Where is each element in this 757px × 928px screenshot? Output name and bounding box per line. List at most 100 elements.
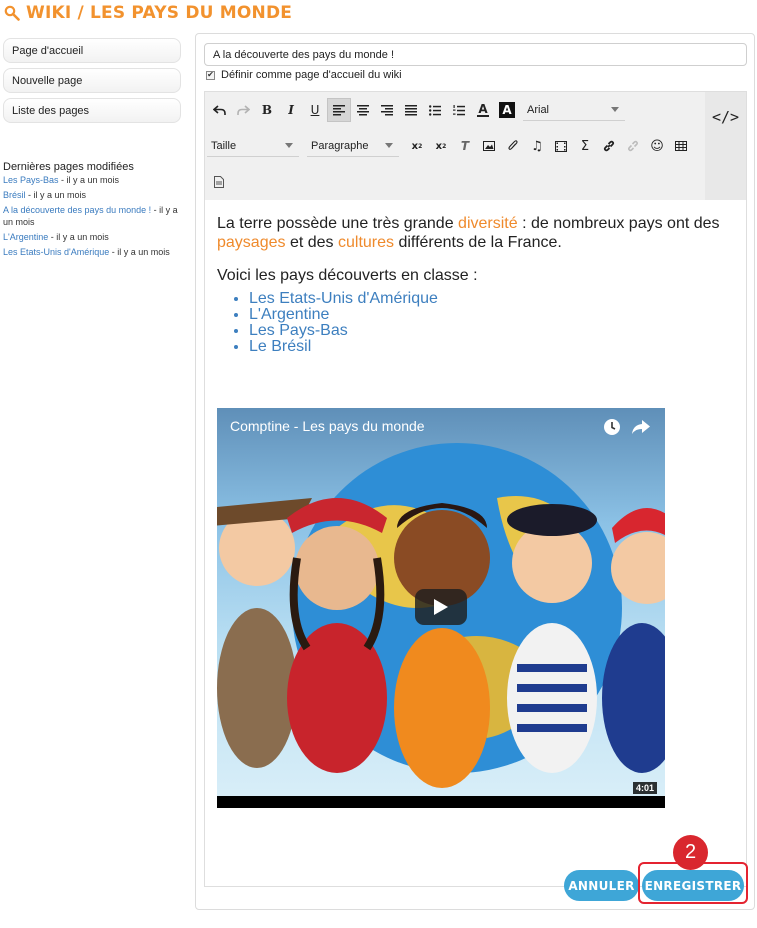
chevron-down-icon <box>385 143 393 148</box>
superscript-icon[interactable]: x2 <box>429 134 453 158</box>
table-icon[interactable] <box>669 134 693 158</box>
save-button[interactable]: ENREGISTRER <box>642 870 744 901</box>
recent-page-link[interactable]: Les Etats-Unis d'Amérique <box>3 247 109 257</box>
video-title: Comptine - Les pays du monde <box>230 418 425 434</box>
play-icon <box>434 599 448 615</box>
recent-page-link[interactable]: Les Pays-Bas <box>3 175 59 185</box>
sidebar: Page d'accueil Nouvelle page Liste des p… <box>3 38 181 261</box>
subscript-icon[interactable]: x2 <box>405 134 429 158</box>
attachment-icon[interactable] <box>501 134 525 158</box>
highlight-word: cultures <box>337 234 395 251</box>
country-link[interactable]: Les Etats-Unis d'Amérique <box>249 290 438 307</box>
toolbar-row <box>207 170 231 194</box>
video-duration: 4:01 <box>632 782 657 794</box>
embedded-video[interactable]: Comptine - Les pays du monde 4:01 <box>217 408 665 808</box>
rich-text-editor: B I U A A Arial Taille Paragraphe x 2 x … <box>204 91 747 887</box>
paragraph-format-select[interactable]: Paragraphe <box>307 135 399 157</box>
undo-icon[interactable] <box>207 98 231 122</box>
country-link[interactable]: Les Pays-Bas <box>249 322 348 339</box>
toolbar-row: Taille Paragraphe x2 x2 T ♫ Σ ☺ <box>207 134 693 158</box>
page-title: WIKI / LES PAYS DU MONDE <box>4 2 292 24</box>
page-list-button[interactable]: Liste des pages <box>3 98 181 123</box>
list-intro: Voici les pays découverts en classe : <box>217 267 478 284</box>
page-title-input[interactable] <box>204 43 747 66</box>
highlight-word: paysages <box>217 234 286 251</box>
align-left-icon[interactable] <box>327 98 351 122</box>
new-page-button[interactable]: Nouvelle page <box>3 68 181 93</box>
homepage-checkbox-label: Définir comme page d'accueil du wiki <box>221 69 402 81</box>
play-button[interactable] <box>415 589 467 625</box>
cancel-button[interactable]: ANNULER <box>564 870 639 901</box>
list-item: Le Brésil <box>249 339 734 355</box>
image-icon[interactable] <box>477 134 501 158</box>
recent-page-link[interactable]: L'Argentine <box>3 232 48 242</box>
recent-pages-title: Dernières pages modifiées <box>3 161 134 173</box>
list-item: L'Argentine <box>249 307 734 323</box>
font-family-value: Arial <box>527 103 550 116</box>
list-item: Les Etats-Unis d'Amérique - il y a un mo… <box>3 246 181 258</box>
audio-icon[interactable]: ♫ <box>525 134 549 158</box>
recent-pages: Dernières pages modifiées Les Pays-Bas -… <box>3 161 181 258</box>
watch-later-icon[interactable] <box>603 418 621 436</box>
text-color-icon[interactable]: A <box>471 98 495 122</box>
homepage-checkbox[interactable]: ✔ <box>206 70 215 80</box>
background-color-icon[interactable]: A <box>495 98 519 122</box>
redo-icon[interactable] <box>231 98 255 122</box>
country-link[interactable]: L'Argentine <box>249 306 329 323</box>
country-list: Les Etats-Unis d'Amérique L'Argentine Le… <box>249 291 734 355</box>
unlink-icon[interactable] <box>621 134 645 158</box>
intro-text: et des <box>285 234 338 251</box>
align-right-icon[interactable] <box>375 98 399 122</box>
align-center-icon[interactable] <box>351 98 375 122</box>
list-item: A la découverte des pays du monde ! - il… <box>3 204 181 228</box>
font-family-select[interactable]: Arial <box>523 99 625 121</box>
intro-paragraph: La terre possède une très grande diversi… <box>217 214 734 252</box>
homepage-checkbox-row[interactable]: ✔ Définir comme page d'accueil du wiki <box>206 69 402 81</box>
recent-page-time: - il y a un mois <box>109 247 170 257</box>
share-icon[interactable] <box>631 418 651 436</box>
editor-panel: ✔ Définir comme page d'accueil du wiki B… <box>195 33 755 910</box>
step-callout-badge: 2 <box>673 835 708 870</box>
video-thumbnail: Comptine - Les pays du monde <box>217 408 665 796</box>
underline-icon[interactable]: U <box>303 98 327 122</box>
video-icon[interactable] <box>549 134 573 158</box>
list-item: Les Pays-Bas - il y a un mois <box>3 174 181 186</box>
recent-page-time: - il y a un mois <box>58 175 120 185</box>
font-size-select[interactable]: Taille <box>207 135 299 157</box>
recent-page-link[interactable]: Brésil <box>3 190 26 200</box>
page-title-text: WIKI / LES PAYS DU MONDE <box>26 3 293 23</box>
link-icon[interactable] <box>597 134 621 158</box>
code-icon: </> <box>711 108 740 126</box>
emoji-icon[interactable]: ☺ <box>645 134 669 158</box>
recent-page-time: - il y a un mois <box>48 232 109 242</box>
intro-text: : de nombreux pays ont des <box>517 215 720 232</box>
list-item: Les Etats-Unis d'Amérique <box>249 291 734 307</box>
search-icon <box>4 5 20 21</box>
numbered-list-icon[interactable] <box>447 98 471 122</box>
country-link[interactable]: Le Brésil <box>249 338 311 355</box>
formula-icon[interactable]: Σ <box>573 134 597 158</box>
clear-formatting-icon[interactable]: T <box>453 134 477 158</box>
recent-page-time: - il y a un mois <box>25 190 87 200</box>
italic-icon[interactable]: I <box>279 98 303 122</box>
home-page-button[interactable]: Page d'accueil <box>3 38 181 63</box>
font-size-value: Taille <box>211 139 237 152</box>
editor-content[interactable]: La terre possède une très grande diversi… <box>205 200 746 886</box>
bullet-list-icon[interactable] <box>423 98 447 122</box>
list-item: Brésil - il y a un mois <box>3 189 181 201</box>
chevron-down-icon <box>285 143 293 148</box>
align-justify-icon[interactable] <box>399 98 423 122</box>
template-icon[interactable] <box>207 170 231 194</box>
intro-text: différents de la France. <box>394 234 562 251</box>
intro-text: La terre possède une très grande <box>217 215 459 232</box>
chevron-down-icon <box>611 107 619 112</box>
list-item: Les Pays-Bas <box>249 323 734 339</box>
toolbar-row: B I U A A Arial <box>207 98 625 122</box>
source-code-button[interactable]: </> <box>705 92 746 200</box>
list-item: L'Argentine - il y a un mois <box>3 231 181 243</box>
bold-icon[interactable]: B <box>255 98 279 122</box>
recent-page-link[interactable]: A la découverte des pays du monde ! <box>3 205 151 215</box>
highlight-word: diversité <box>458 215 518 232</box>
editor-toolbar: B I U A A Arial Taille Paragraphe x 2 x … <box>205 92 705 200</box>
paragraph-format-value: Paragraphe <box>311 139 369 152</box>
